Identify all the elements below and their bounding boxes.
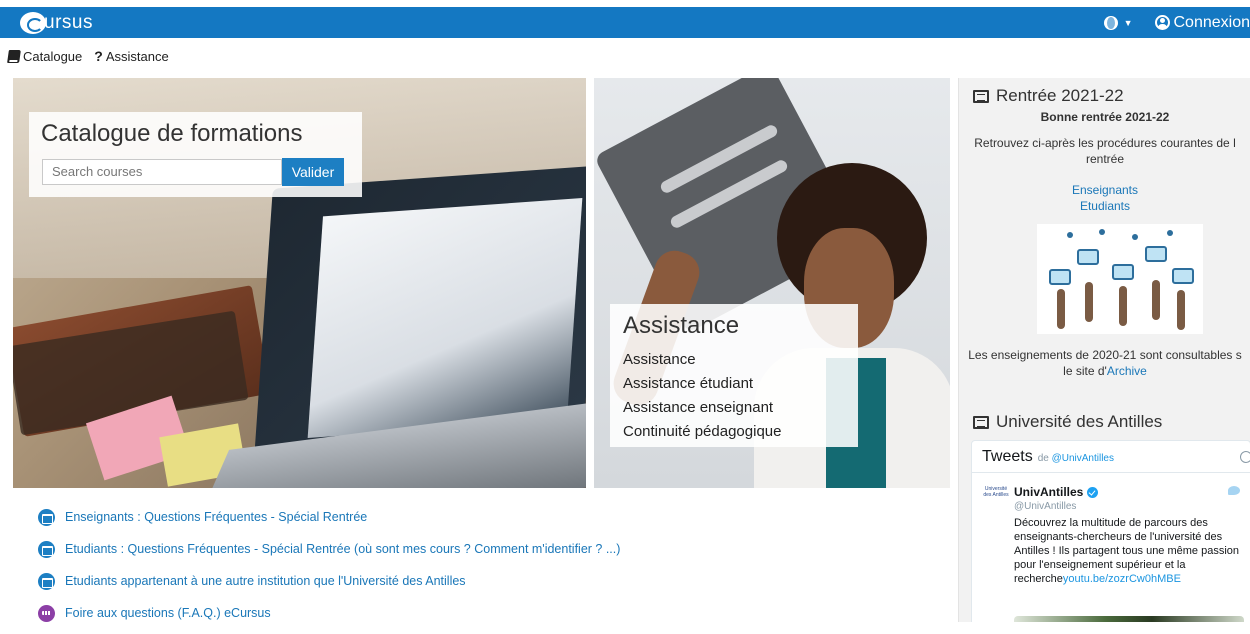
login-link[interactable]: Connexion (1174, 14, 1250, 32)
list-icon (973, 90, 989, 103)
raised-hand (1152, 280, 1160, 320)
twitter-timeline[interactable]: Tweets de @UnivAntilles Université des A… (971, 440, 1250, 622)
search-submit-button[interactable]: Valider (282, 158, 344, 186)
assistance-enseignant-link[interactable]: Assistance enseignant (623, 396, 781, 420)
faq-link[interactable]: Etudiants appartenant à une autre instit… (65, 574, 466, 588)
laptop-screen-content (308, 198, 583, 438)
list-item[interactable]: Etudiants appartenant à une autre instit… (38, 570, 620, 592)
like-icon (1167, 230, 1173, 236)
assistance-link[interactable]: Assistance (623, 348, 781, 372)
assistance-box: Assistance Assistance Assistance étudian… (610, 304, 858, 447)
twitter-bird-icon[interactable] (1228, 486, 1240, 495)
raised-hand (1085, 282, 1093, 322)
ecursus-logo[interactable]: ursus (20, 10, 93, 35)
navbar-right: ▼ Connexion (1104, 7, 1250, 38)
etudiants-link[interactable]: Etudiants (959, 199, 1250, 213)
faq-list: Enseignants : Questions Fréquentes - Spé… (38, 506, 620, 634)
tablet-icon (1049, 269, 1071, 285)
tweets-by: de @UnivAntilles (1038, 453, 1114, 464)
nav-item-assistance[interactable]: ? Assistance (94, 48, 168, 64)
faq-link[interactable]: Enseignants : Questions Fréquentes - Spé… (65, 510, 367, 524)
archive-link[interactable]: Archive (1107, 364, 1147, 378)
divider (972, 472, 1250, 473)
catalogue-search-box: Catalogue de formations Search courses V… (29, 112, 362, 197)
block-universite-title: Université des Antilles (996, 412, 1162, 432)
navbar: ursus ▼ Connexion (0, 7, 1250, 38)
laptop-icon (1077, 249, 1099, 265)
list-icon (973, 416, 989, 429)
tweets-by-handle-link[interactable]: @UnivAntilles (1052, 453, 1114, 464)
chevron-down-icon[interactable]: ▼ (1124, 18, 1133, 28)
phone-icon (1112, 264, 1134, 280)
catalogue-title: Catalogue de formations (41, 120, 303, 148)
calendar-icon (38, 541, 55, 558)
tweet-author-name: UnivAntilles (1014, 485, 1083, 499)
archive-line1: Les enseignements de 2020-21 sont consul… (959, 348, 1250, 362)
list-item[interactable]: Enseignants : Questions Fréquentes - Spé… (38, 506, 620, 528)
user-circle-icon (1155, 15, 1170, 30)
continuite-pedagogique-link[interactable]: Continuité pédagogique (623, 420, 781, 444)
info-icon[interactable] (1240, 451, 1250, 463)
block-universite-header: Université des Antilles (973, 412, 1162, 432)
block-rentree-title: Rentrée 2021-22 (996, 86, 1124, 106)
calendar-icon (38, 509, 55, 526)
tweet-text: Découvrez la multitude de parcours des e… (1014, 516, 1246, 586)
phone-icon (1172, 268, 1194, 284)
rentree-subtitle: Bonne rentrée 2021-22 (959, 110, 1250, 124)
top-strip (0, 0, 1250, 7)
tweets-by-prefix: de (1038, 453, 1049, 464)
people-icon (38, 605, 55, 622)
raised-hand (1177, 290, 1185, 330)
faq-link[interactable]: Foire aux questions (F.A.Q.) eCursus (65, 606, 271, 620)
wifi-icon (1099, 229, 1105, 235)
assistance-title: Assistance (623, 312, 739, 340)
rentree-intro-line2: rentrée (959, 152, 1250, 166)
list-item[interactable]: Foire aux questions (F.A.Q.) eCursus (38, 602, 620, 624)
rentree-intro-line1: Retrouvez ci-après les procédures couran… (959, 136, 1250, 150)
tweet-handle[interactable]: @UnivAntilles (1014, 501, 1076, 512)
raised-hand (1119, 286, 1127, 326)
nav-item-assistance-label: Assistance (106, 49, 169, 64)
enseignants-link[interactable]: Enseignants (959, 183, 1250, 197)
logo-mark-icon (20, 12, 46, 34)
list-item[interactable]: Etudiants : Questions Fréquentes - Spéci… (38, 538, 620, 560)
tweets-header: Tweets de @UnivAntilles (982, 448, 1114, 466)
cloud-icon (1067, 232, 1073, 238)
logo-text: ursus (44, 12, 93, 34)
archive-line2: le site d'Archive (959, 364, 1250, 378)
secondary-nav: Catalogue ? Assistance (0, 46, 181, 66)
sidebar: Rentrée 2021-22 Bonne rentrée 2021-22 Re… (958, 78, 1250, 622)
assistance-links: Assistance Assistance étudiant Assistanc… (623, 348, 781, 444)
block-rentree-header: Rentrée 2021-22 (973, 86, 1124, 106)
tablet-icon (1145, 246, 1167, 262)
raised-hand (1057, 289, 1065, 329)
faq-link[interactable]: Etudiants : Questions Fréquentes - Spéci… (65, 542, 620, 556)
digital-devices-illustration (1037, 224, 1203, 334)
question-icon: ? (94, 48, 103, 64)
verified-badge-icon (1087, 487, 1098, 498)
tweet-media-image[interactable] (1014, 616, 1244, 622)
book-icon (7, 50, 21, 63)
tweet-author[interactable]: UnivAntilles (1014, 485, 1098, 499)
search-input[interactable]: Search courses (42, 159, 282, 185)
tweets-title: Tweets (982, 448, 1033, 466)
avatar[interactable]: Université des Antilles (982, 486, 1010, 508)
assistance-etudiant-link[interactable]: Assistance étudiant (623, 372, 781, 396)
nav-item-catalogue-label: Catalogue (23, 49, 82, 64)
calendar-icon (38, 573, 55, 590)
nav-item-catalogue[interactable]: Catalogue (0, 49, 82, 64)
archive-prefix: le site d' (1063, 364, 1107, 378)
globe-icon[interactable] (1104, 16, 1118, 30)
mail-icon (1132, 234, 1138, 240)
tweet-link[interactable]: youtu.be/zozrCw0hMBE (1063, 573, 1181, 585)
